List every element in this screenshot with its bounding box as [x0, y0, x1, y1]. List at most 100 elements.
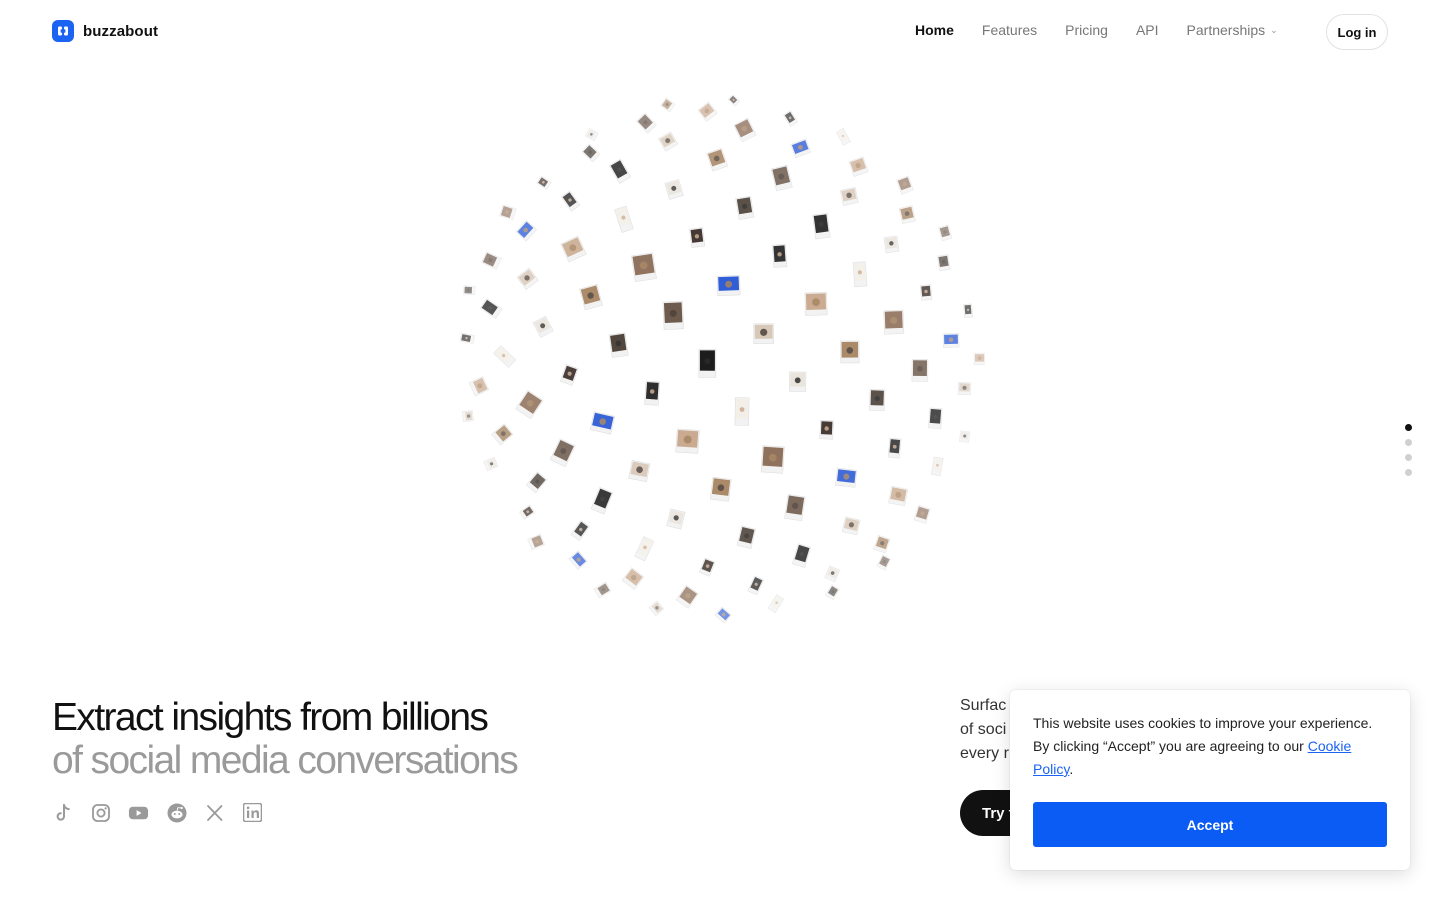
- social-post-thumbnail: [938, 224, 953, 242]
- social-post-thumbnail: [519, 504, 536, 520]
- social-post-thumbnail: [608, 332, 629, 358]
- accept-cookies-button[interactable]: Accept: [1033, 802, 1387, 847]
- social-post-thumbnail: [791, 543, 812, 568]
- social-post-thumbnail: [560, 235, 587, 263]
- pager-dot-1[interactable]: [1405, 424, 1412, 431]
- social-post-thumbnail: [459, 332, 475, 344]
- social-post-thumbnail: [516, 267, 539, 290]
- social-post-thumbnail: [570, 520, 590, 541]
- social-post-thumbnail: [479, 298, 503, 319]
- social-post-thumbnail: [461, 410, 474, 423]
- social-post-thumbnail: [527, 533, 546, 551]
- main-nav: Home Features Pricing API Partnerships ⌄: [915, 22, 1278, 38]
- social-post-thumbnail: [824, 565, 841, 583]
- tiktok-icon[interactable]: [52, 802, 73, 823]
- social-post-thumbnail: [660, 97, 676, 113]
- social-post-thumbnail: [835, 467, 858, 488]
- social-platforms: [52, 802, 263, 823]
- brand-name: buzzabout: [83, 22, 159, 40]
- social-post-thumbnail: [753, 323, 774, 344]
- social-post-thumbnail: [873, 534, 891, 554]
- globe-graphic: [459, 95, 985, 624]
- nav-api[interactable]: API: [1136, 22, 1159, 38]
- social-post-thumbnail: [463, 285, 476, 295]
- social-post-thumbnail: [887, 437, 902, 459]
- pager-dot-2[interactable]: [1405, 439, 1412, 446]
- social-post-thumbnail: [706, 147, 729, 172]
- buzzabout-logo-icon: [52, 20, 74, 42]
- social-post-thumbnail: [911, 358, 929, 382]
- social-post-thumbnail: [942, 333, 960, 348]
- social-post-thumbnail: [525, 471, 548, 494]
- pager-dot-4[interactable]: [1405, 469, 1412, 476]
- social-post-thumbnail: [483, 456, 499, 472]
- social-post-thumbnail: [883, 235, 900, 254]
- social-post-thumbnail: [560, 190, 581, 212]
- social-post-thumbnail: [727, 95, 741, 107]
- linkedin-icon[interactable]: [242, 802, 263, 823]
- social-post-thumbnail: [697, 101, 718, 122]
- nav-partnerships[interactable]: Partnerships ⌄: [1187, 22, 1278, 38]
- social-post-thumbnail: [848, 156, 869, 177]
- social-post-thumbnail: [736, 525, 756, 549]
- social-post-thumbnail: [898, 205, 916, 225]
- social-post-thumbnail: [493, 345, 517, 368]
- social-post-thumbnail: [589, 411, 616, 435]
- social-post-thumbnail: [666, 508, 686, 530]
- social-post-thumbnail: [634, 536, 655, 562]
- cookie-message: This website uses cookies to improve you…: [1033, 712, 1387, 781]
- instagram-icon[interactable]: [90, 802, 111, 823]
- social-post-thumbnail: [689, 227, 706, 248]
- social-post-thumbnail: [913, 505, 931, 524]
- social-post-thumbnail: [835, 128, 851, 146]
- nav-pricing[interactable]: Pricing: [1065, 22, 1108, 38]
- social-post-thumbnail: [973, 352, 985, 365]
- brand-logo[interactable]: buzzabout: [52, 20, 158, 42]
- social-post-thumbnail: [621, 567, 645, 590]
- social-post-thumbnail: [585, 128, 599, 142]
- social-post-thumbnail: [675, 428, 700, 454]
- social-post-thumbnail: [675, 584, 699, 609]
- social-post-thumbnail: [783, 110, 799, 127]
- chevron-down-icon: ⌄: [1270, 25, 1278, 35]
- social-post-thumbnail: [532, 315, 554, 338]
- social-post-thumbnail: [733, 117, 757, 143]
- social-post-thumbnail: [536, 175, 552, 190]
- social-post-thumbnail: [735, 195, 755, 220]
- social-post-thumbnail: [928, 407, 943, 430]
- reddit-icon[interactable]: [166, 802, 187, 823]
- social-post-thumbnail: [468, 376, 490, 397]
- hero-headline-line1: Extract insights from billions: [52, 696, 489, 739]
- pager-dot-3[interactable]: [1405, 454, 1412, 461]
- social-post-thumbnail: [698, 349, 717, 378]
- social-post-thumbnail: [608, 158, 632, 184]
- social-post-thumbnail: [579, 283, 603, 311]
- hero-headline: Extract insights from billions of social…: [52, 696, 519, 782]
- social-post-thumbnail: [937, 254, 951, 272]
- social-post-thumbnail: [664, 178, 684, 200]
- nav-features[interactable]: Features: [982, 22, 1037, 38]
- social-post-thumbnail: [930, 456, 944, 477]
- social-post-thumbnail: [770, 164, 793, 192]
- social-post-thumbnail: [644, 380, 661, 406]
- social-post-thumbnail: [869, 389, 886, 411]
- cookie-banner: This website uses cookies to improve you…: [1010, 690, 1410, 870]
- social-post-thumbnail: [747, 575, 765, 596]
- youtube-icon[interactable]: [128, 802, 149, 823]
- social-post-thumbnail: [593, 581, 612, 599]
- cookie-message-end: .: [1069, 761, 1074, 777]
- login-button[interactable]: Log in: [1326, 14, 1388, 50]
- social-post-thumbnail: [784, 494, 806, 522]
- social-post-thumbnail: [767, 594, 785, 614]
- social-post-thumbnail: [963, 303, 974, 319]
- x-icon[interactable]: [204, 802, 225, 823]
- social-post-thumbnail: [662, 301, 684, 330]
- social-post-thumbnail: [760, 445, 785, 474]
- social-post-thumbnail: [568, 550, 588, 570]
- social-post-thumbnail: [716, 275, 741, 296]
- nav-home[interactable]: Home: [915, 22, 954, 38]
- social-post-thumbnail: [789, 371, 807, 392]
- social-post-thumbnail: [852, 261, 868, 288]
- social-post-thumbnail: [491, 423, 514, 446]
- social-post-thumbnail: [698, 557, 716, 577]
